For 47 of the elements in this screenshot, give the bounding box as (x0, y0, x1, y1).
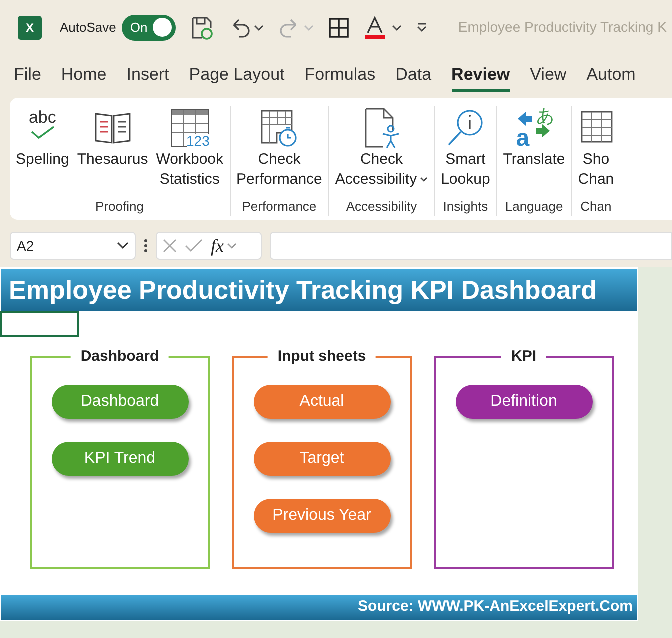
check-icon[interactable] (185, 239, 203, 253)
menu-tab[interactable]: File (14, 61, 42, 92)
ribbon-group-label: Insights (443, 198, 488, 216)
menu-tab[interactable]: Review (452, 61, 510, 92)
document-title: Employee Productivity Tracking K (458, 18, 667, 37)
book-icon (94, 111, 132, 145)
formula-input[interactable] (270, 232, 672, 260)
name-box[interactable]: A2 (10, 232, 136, 260)
ribbon-group-label: Chan (580, 198, 612, 216)
ribbon-button[interactable]: abc Spelling (15, 106, 70, 196)
ribbon-button[interactable]: Smart Lookup (440, 106, 492, 196)
ribbon-button[interactable]: 123 Workbook Statistics (155, 106, 225, 196)
ribbon-button[interactable]: Sho Chan (577, 106, 616, 196)
font-color-icon[interactable] (364, 16, 402, 40)
ribbon-button[interactable]: Check Accessibility (334, 106, 430, 196)
magnifier-info-icon (446, 108, 486, 148)
save-sync-icon[interactable] (190, 16, 214, 40)
document-person-icon (362, 107, 401, 149)
menu-tab[interactable]: Autom (586, 61, 636, 92)
menu-tab[interactable]: Data (396, 61, 432, 92)
table-numbers-icon: 123 (170, 109, 209, 147)
autosave-label: AutoSave (60, 18, 116, 37)
app-logo: X (18, 16, 42, 40)
sheet-link-button[interactable]: Definition (456, 385, 592, 419)
more-icon[interactable] (144, 239, 148, 253)
insert-function-button[interactable]: fx (211, 237, 237, 255)
dashboard-title: Employee Productivity Tracking KPI Dashboard (9, 277, 598, 303)
menu-tab[interactable]: Formulas (304, 61, 376, 92)
menu-tab[interactable]: Insert (126, 61, 170, 92)
borders-icon[interactable] (328, 16, 350, 38)
ribbon-button[interactable]: Check Performance (236, 106, 324, 196)
autosave-toggle[interactable]: On (122, 14, 176, 40)
table-stopwatch-icon (259, 108, 300, 148)
customize-toolbar-icon[interactable] (416, 22, 428, 34)
caret-icon (227, 243, 237, 249)
ribbon-button[interactable]: Thesaurus (76, 106, 150, 196)
source-text: Source: WWW.PK-AnExcelExpert.Com (358, 597, 633, 618)
ribbon-group-label: Accessibility (346, 198, 418, 216)
ribbon-group-label: Performance (242, 198, 317, 216)
ribbon-group-label: Proofing (96, 198, 144, 216)
menu-tab[interactable]: Home (61, 61, 107, 92)
ribbon-group-label: Language (505, 198, 564, 216)
menu-tab[interactable]: Page Layout (189, 61, 285, 92)
menu-tab[interactable]: View (530, 61, 567, 92)
ribbon-button[interactable]: a あ Translate (502, 106, 566, 196)
selected-cell[interactable] (0, 311, 79, 337)
group-heading: Input sheets (268, 347, 376, 367)
